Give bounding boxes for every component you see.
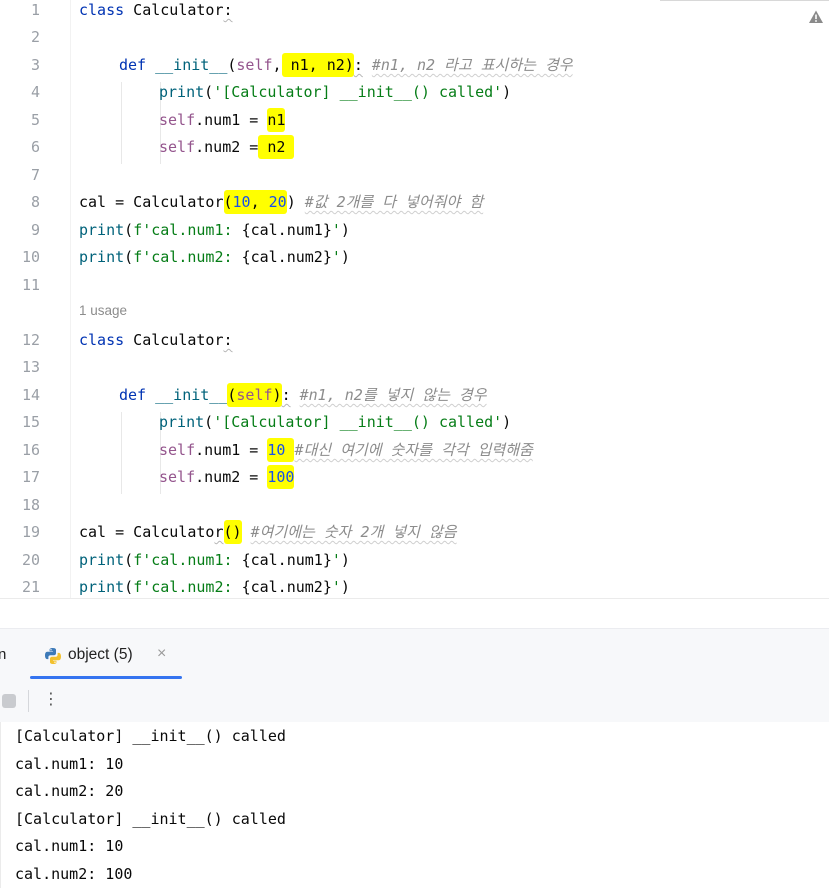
- code-line[interactable]: 10 print(f'cal.num2: {cal.num2}'): [0, 244, 829, 271]
- code-text: cal = Calculator() #여기에는 숫자 2개 넣지 않음: [79, 519, 457, 546]
- line-number: 21: [21, 578, 40, 596]
- code-line[interactable]: 9 print(f'cal.num1: {cal.num1}'): [0, 217, 829, 244]
- code-text: self.num1 = 10 #대신 여기에 숫자를 각각 입력해줌: [159, 437, 533, 464]
- code-line[interactable]: 2: [0, 24, 829, 51]
- code-text: self.num2 = n2: [159, 134, 295, 161]
- console-line: cal.num2: 100: [15, 865, 133, 883]
- code-line[interactable]: 8 cal = Calculator(10, 20) #값 2개를 다 넣어줘야…: [0, 189, 829, 216]
- line-number: 18: [21, 496, 40, 514]
- close-icon[interactable]: ×: [157, 645, 166, 663]
- usage-inlay-hint[interactable]: 1 usage: [79, 303, 127, 318]
- code-text: self.num2 = 100: [159, 464, 295, 491]
- code-line[interactable]: 17 self.num2 = 100: [0, 464, 829, 491]
- code-line[interactable]: 1 class Calculator:: [0, 0, 829, 24]
- line-number: 1: [30, 1, 40, 19]
- console-line: cal.num1: 10: [15, 755, 124, 773]
- code-text: def __init__(self): #n1, n2를 넣지 않는 경우: [119, 382, 487, 409]
- line-number: 13: [21, 358, 40, 376]
- line-number: 10: [21, 248, 40, 266]
- line-number: 11: [21, 276, 40, 294]
- code-text: class Calculator:: [79, 1, 233, 19]
- code-text: class Calculator:: [79, 331, 233, 349]
- console-line: cal.num2: 20: [15, 782, 124, 800]
- console-gutter: [0, 722, 1, 888]
- code-line[interactable]: 19 cal = Calculator() #여기에는 숫자 2개 넣지 않음: [0, 519, 829, 546]
- code-line[interactable]: 5 self.num1 = n1: [0, 107, 829, 134]
- line-number: 20: [21, 551, 40, 569]
- code-text: print(f'cal.num1: {cal.num1}'): [79, 221, 350, 239]
- code-line[interactable]: 12 class Calculator:: [0, 327, 829, 354]
- line-number: 17: [21, 468, 40, 486]
- line-number: 14: [21, 386, 40, 404]
- code-line[interactable]: 6 self.num2 = n2: [0, 134, 829, 161]
- console-line: [Calculator] __init__() called: [15, 810, 286, 828]
- line-number: 6: [30, 138, 40, 156]
- line-number: 16: [21, 441, 40, 459]
- code-text: print(f'cal.num2: {cal.num2}'): [79, 578, 350, 596]
- console-line: cal.num1: 10: [15, 837, 124, 855]
- line-number: 2: [30, 28, 40, 46]
- code-editor[interactable]: 1 usage 1 class Calculator: 2 3 def __in…: [0, 0, 829, 598]
- console-line: [Calculator] __init__() called: [15, 727, 286, 745]
- code-line[interactable]: 18: [0, 492, 829, 519]
- line-number: 19: [21, 523, 40, 541]
- code-text: print(f'cal.num2: {cal.num2}'): [79, 248, 350, 266]
- code-text: cal = Calculator(10, 20) #값 2개를 다 넣어줘야 함: [79, 189, 483, 216]
- line-number: 12: [21, 331, 40, 349]
- run-toolbar: ⋮: [0, 680, 829, 723]
- code-line[interactable]: 11: [0, 272, 829, 299]
- line-number: 4: [30, 83, 40, 101]
- code-text: self.num1 = n1: [159, 107, 286, 134]
- run-tool-title[interactable]: n: [0, 646, 6, 663]
- console-output[interactable]: [Calculator] __init__() called cal.num1:…: [0, 722, 829, 888]
- code-line[interactable]: 21 print(f'cal.num2: {cal.num2}'): [0, 574, 829, 598]
- code-line[interactable]: 20 print(f'cal.num1: {cal.num1}'): [0, 547, 829, 574]
- code-text: print('[Calculator] __init__() called'): [159, 413, 512, 431]
- panel-splitter[interactable]: [0, 598, 829, 629]
- more-options-icon[interactable]: ⋮: [43, 689, 59, 708]
- code-line[interactable]: 3 def __init__(self, n1, n2): #n1, n2 라고…: [0, 52, 829, 79]
- line-number: 3: [30, 56, 40, 74]
- active-tab-indicator: [30, 676, 182, 679]
- code-line[interactable]: 14 def __init__(self): #n1, n2를 넣지 않는 경우: [0, 382, 829, 409]
- code-line[interactable]: 7: [0, 162, 829, 189]
- code-text: print(f'cal.num1: {cal.num1}'): [79, 551, 350, 569]
- line-number: 15: [21, 413, 40, 431]
- line-number: 5: [30, 111, 40, 129]
- tab-object-5[interactable]: object (5) ×: [30, 629, 182, 681]
- toolbar-divider: [28, 690, 29, 712]
- code-line[interactable]: 16 self.num1 = 10 #대신 여기에 숫자를 각각 입력해줌: [0, 437, 829, 464]
- code-line[interactable]: 15 print('[Calculator] __init__() called…: [0, 409, 829, 436]
- line-number: 8: [30, 193, 40, 211]
- run-panel-header: n object (5) ×: [0, 628, 829, 681]
- code-text: def __init__(self, n1, n2): #n1, n2 라고 표…: [119, 52, 573, 79]
- tab-label: object (5): [68, 646, 133, 663]
- code-text: print('[Calculator] __init__() called'): [159, 83, 512, 101]
- line-number: 9: [30, 221, 40, 239]
- code-line[interactable]: 13: [0, 354, 829, 381]
- code-line[interactable]: 4 print('[Calculator] __init__() called'…: [0, 79, 829, 106]
- stop-icon[interactable]: [2, 694, 16, 708]
- python-icon: [45, 648, 61, 664]
- line-number: 7: [30, 166, 40, 184]
